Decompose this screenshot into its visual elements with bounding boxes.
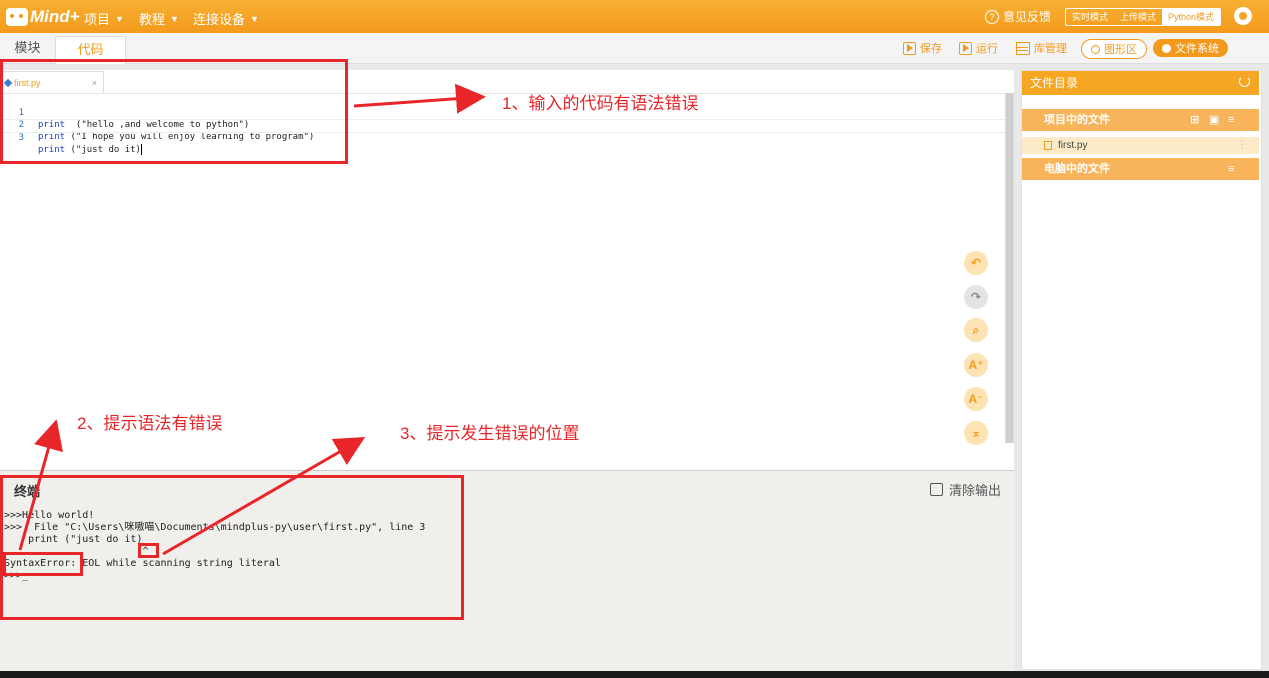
annotation-arrow-2 (18, 419, 63, 551)
annotation-arrow-3 (162, 436, 366, 556)
annotation-1: 1、输入的代码有语法错误 (502, 94, 699, 113)
taskbar-strip (0, 671, 1269, 678)
annotation-3: 3、提示发生错误的位置 (400, 424, 580, 443)
annotation-arrow-1 (353, 83, 486, 114)
annotation-2: 2、提示语法有错误 (77, 414, 223, 433)
